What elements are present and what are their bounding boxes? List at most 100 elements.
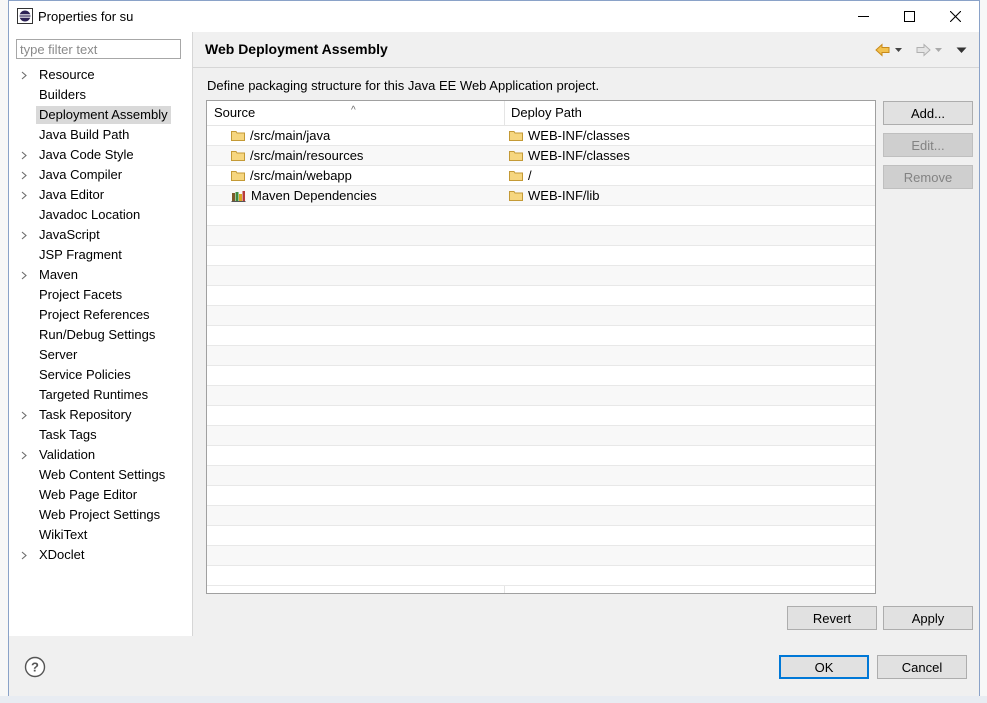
tree-item[interactable]: Web Content Settings [9,465,192,485]
chevron-right-icon[interactable] [21,185,31,205]
chevron-right-icon[interactable] [21,445,31,465]
table-row[interactable] [207,366,875,386]
tree-item[interactable]: Java Build Path [9,125,192,145]
tree-item[interactable]: Builders [9,85,192,105]
source-path: /src/main/resources [250,148,364,163]
library-icon [231,190,246,202]
tree-item[interactable]: XDoclet [9,545,192,565]
tree-item[interactable]: Resource [9,65,192,85]
edit-button[interactable]: Edit... [883,133,973,157]
table-row[interactable] [207,506,875,526]
source-path: /src/main/java [250,128,331,143]
chevron-right-icon[interactable] [21,225,31,245]
column-header-deploy-path[interactable]: Deploy Path [504,101,871,125]
tree-item[interactable]: JSP Fragment [9,245,192,265]
tree-item[interactable]: Javadoc Location [9,205,192,225]
tree-item[interactable]: Java Editor [9,185,192,205]
navigation-pane: Resource Builders Deployment Assembly Java … [9,32,193,636]
tree-item[interactable]: JavaScript [9,225,192,245]
table-row[interactable] [207,426,875,446]
chevron-right-icon[interactable] [21,265,31,285]
tree-item[interactable]: Java Code Style [9,145,192,165]
tree-item-label: Run/Debug Settings [39,327,156,342]
tree-item[interactable]: Deployment Assembly [9,105,192,125]
add-button[interactable]: Add... [883,101,973,125]
tree-item-label: Resource [39,67,95,82]
tree-item[interactable]: Project Facets [9,285,192,305]
help-icon[interactable]: ? [24,656,46,678]
table-row[interactable] [207,386,875,406]
table-row[interactable] [207,446,875,466]
ok-button[interactable]: OK [779,655,869,679]
view-menu-icon [956,47,967,53]
tree-item-label: XDoclet [39,547,85,562]
table-row[interactable] [207,546,875,566]
eclipse-app-icon [17,8,33,24]
table-row[interactable] [207,346,875,366]
table-row[interactable]: Maven Dependencies WEB-INF/lib [207,186,875,206]
minimize-button[interactable] [840,1,886,32]
back-button[interactable] [875,41,903,59]
filter-input[interactable] [16,39,181,59]
table-row[interactable] [207,266,875,286]
table-row[interactable]: /src/main/webapp / [207,166,875,186]
table-row[interactable] [207,406,875,426]
tree-item[interactable]: Run/Debug Settings [9,325,192,345]
sort-ascending-icon: ^ [351,105,356,116]
source-path: Maven Dependencies [251,188,377,203]
table-row[interactable] [207,306,875,326]
tree-item[interactable]: Java Compiler [9,165,192,185]
remove-button[interactable]: Remove [883,165,973,189]
tree-item-label: Web Project Settings [39,507,161,522]
chevron-right-icon[interactable] [21,145,31,165]
table-row[interactable] [207,566,875,586]
cancel-button[interactable]: Cancel [877,655,967,679]
tree-item[interactable]: Maven [9,265,192,285]
table-row[interactable]: /src/main/resources WEB-INF/classes [207,146,875,166]
tree-item-label: Maven [39,267,79,282]
tree-item[interactable]: Project References [9,305,192,325]
tree-item[interactable]: Web Page Editor [9,485,192,505]
tree-item[interactable]: Server [9,345,192,365]
tree-item[interactable]: Targeted Runtimes [9,385,192,405]
deploy-path: WEB-INF/classes [528,148,630,163]
page-description: Define packaging structure for this Java… [207,78,600,93]
tree-item-label: Java Compiler [39,167,123,182]
tree-item-label: Web Content Settings [39,467,166,482]
tree-item[interactable]: Task Tags [9,425,192,445]
background-strip [0,0,8,703]
folder-icon [231,170,245,181]
revert-button[interactable]: Revert [787,606,877,630]
maximize-button[interactable] [886,1,932,32]
forward-button[interactable] [915,41,943,59]
tree-item[interactable]: WikiText [9,525,192,545]
chevron-right-icon[interactable] [21,65,31,85]
table-row[interactable] [207,286,875,306]
source-cell: /src/main/webapp [231,166,352,185]
tree-item[interactable]: Web Project Settings [9,505,192,525]
table-row[interactable] [207,486,875,506]
table-row[interactable]: /src/main/java WEB-INF/classes [207,126,875,146]
tree-item[interactable]: Validation [9,445,192,465]
assembly-table[interactable]: Source ^ Deploy Path /src/main/java WEB-I… [206,100,876,594]
table-row[interactable] [207,246,875,266]
tree-item-label: Java Editor [39,187,105,202]
table-row[interactable] [207,526,875,546]
column-header-source[interactable]: Source ^ [207,101,505,125]
tree-item[interactable]: Task Repository [9,405,192,425]
chevron-right-icon[interactable] [21,405,31,425]
table-row[interactable] [207,226,875,246]
tree-item[interactable]: Service Policies [9,365,192,385]
table-row[interactable] [207,466,875,486]
tree-item-label: JavaScript [39,227,100,242]
apply-button[interactable]: Apply [883,606,973,630]
chevron-right-icon[interactable] [21,165,31,185]
chevron-right-icon[interactable] [21,545,31,565]
folder-icon [231,150,245,161]
view-menu-button[interactable] [956,41,967,59]
tree-item-label: Project Facets [39,287,123,302]
header-separator [193,67,979,68]
table-row[interactable] [207,326,875,346]
table-row[interactable] [207,206,875,226]
close-button[interactable] [932,1,978,32]
